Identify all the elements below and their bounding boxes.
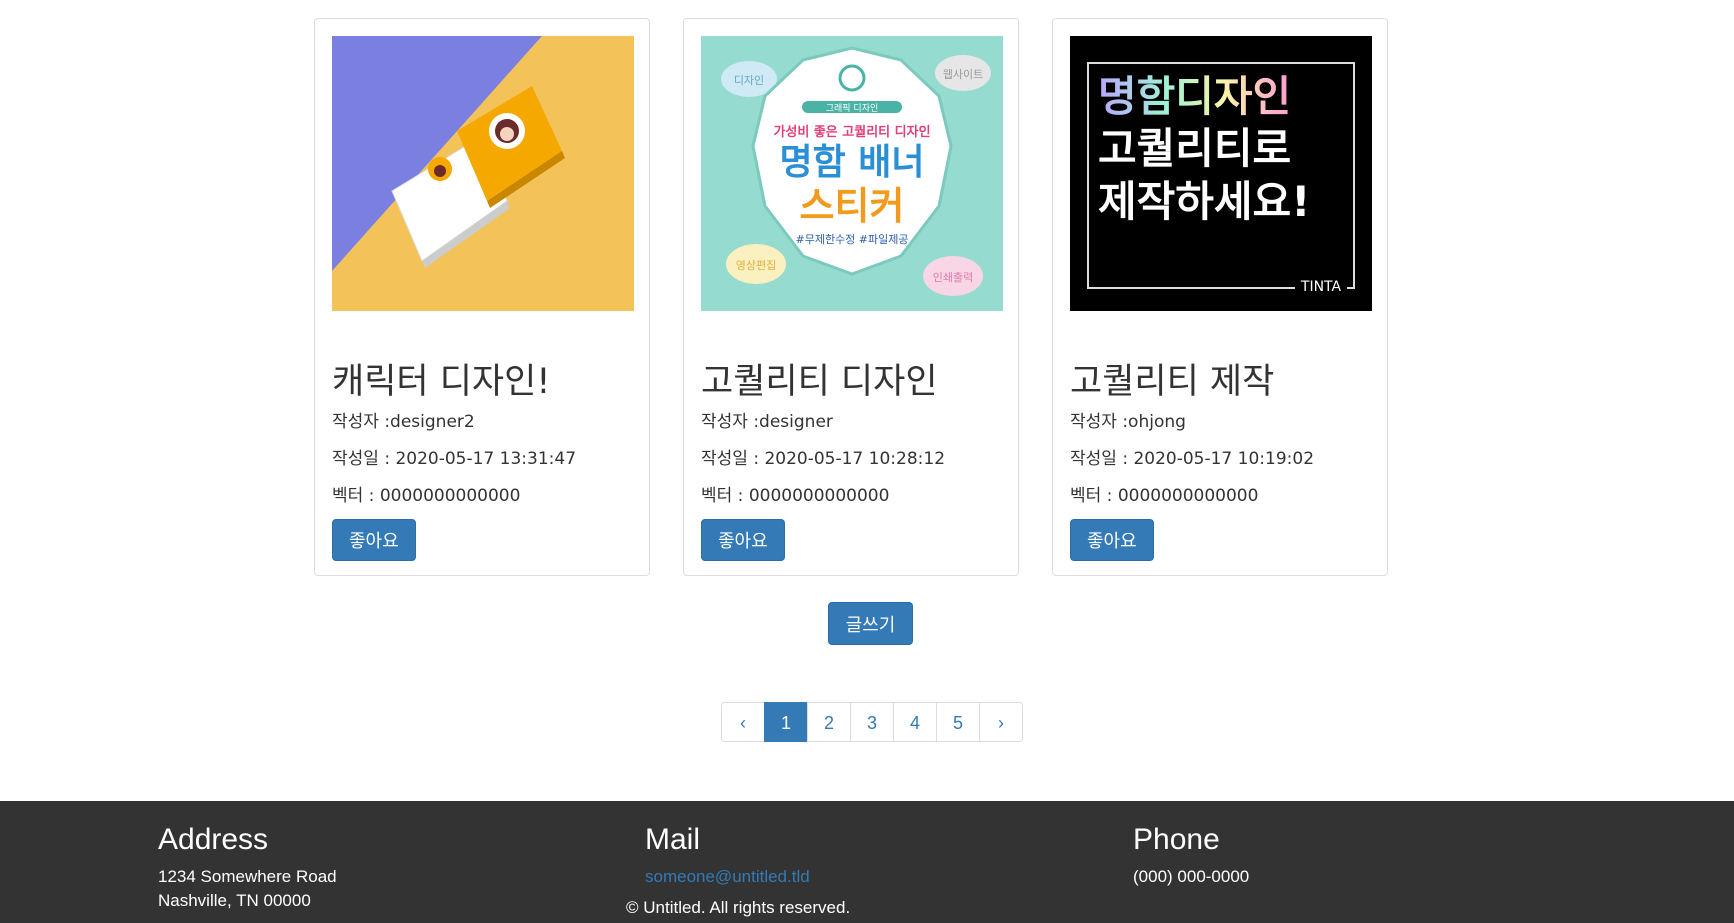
cloud-label: 디자인 [734, 74, 764, 87]
post-thumbnail[interactable]: 디자인 웹사이트 영상편집 인쇄출력 그래픽 디자인 가성비 좋은 고퀄리티 디… [701, 36, 1003, 311]
post-author: 작성자 :ohjong [1070, 412, 1186, 432]
pagination-prev[interactable]: ‹ [721, 702, 765, 742]
image-text: 명함 배너 [779, 142, 924, 183]
like-button[interactable]: 좋아요 [332, 519, 416, 561]
mail-link[interactable]: someone@untitled.tld [645, 867, 810, 886]
cloud-label: 인쇄출력 [933, 271, 973, 284]
image-text: 고퀄리티로 [1098, 124, 1291, 173]
address-heading: Address [158, 823, 269, 856]
post-title[interactable]: 캐릭터 디자인! [332, 353, 550, 404]
post-card: 캐릭터 디자인! 작성자 :designer2 작성일 : 2020-05-17… [314, 18, 650, 576]
image-text: 명함디자인 [1098, 72, 1291, 121]
pagination-page[interactable]: 4 [893, 702, 937, 742]
post-author: 작성자 :designer2 [332, 412, 475, 432]
phone-number: (000) 000-0000 [1133, 867, 1250, 886]
post-card: 디자인 웹사이트 영상편집 인쇄출력 그래픽 디자인 가성비 좋은 고퀄리티 디… [683, 18, 1019, 576]
post-title[interactable]: 고퀄리티 제작 [1070, 353, 1274, 404]
pagination: ‹ 1 2 3 4 5 › [721, 702, 1023, 742]
footer-mail: Mail someone@untitled.tld [645, 823, 810, 887]
post-thumbnail[interactable]: 명함디자인 고퀄리티로 제작하세요! TINTA [1070, 36, 1372, 311]
post-author: 작성자 :designer [701, 412, 833, 432]
cloud-label: 웹사이트 [943, 68, 983, 81]
write-post-button[interactable]: 글쓰기 [828, 602, 913, 645]
image-brand: 그래픽 디자인 [826, 103, 879, 114]
post-vector: 벡터 : 0000000000000 [1070, 486, 1259, 506]
post-date: 작성일 : 2020-05-17 10:28:12 [701, 449, 946, 469]
image-signature: TINTA [1300, 279, 1342, 295]
post-vector: 벡터 : 0000000000000 [332, 486, 521, 506]
footer-address: Address 1234 Somewhere Road Nashville, T… [158, 823, 337, 911]
site-footer: Address 1234 Somewhere Road Nashville, T… [0, 801, 1734, 923]
post-card: 명함디자인 고퀄리티로 제작하세요! TINTA 고퀄리티 제작 작성자 :oh… [1052, 18, 1388, 576]
pagination-next[interactable]: › [979, 702, 1023, 742]
cloud-label: 영상편집 [736, 259, 776, 272]
footer-phone: Phone (000) 000-0000 [1133, 823, 1249, 887]
post-date: 작성일 : 2020-05-17 13:31:47 [332, 449, 577, 469]
pagination-page[interactable]: 2 [807, 702, 851, 742]
card-list: 캐릭터 디자인! 작성자 :designer2 작성일 : 2020-05-17… [314, 18, 1389, 578]
copyright-text: © Untitled. All rights reserved. [626, 898, 851, 917]
pagination-page[interactable]: 1 [764, 702, 808, 742]
image-text: 제작하세요! [1098, 177, 1310, 226]
phone-heading: Phone [1133, 823, 1220, 856]
image-text: 스티커 [800, 184, 905, 228]
image-text: 가성비 좋은 고퀄리티 디자인 [773, 124, 930, 140]
post-title[interactable]: 고퀄리티 디자인 [701, 353, 938, 404]
post-thumbnail[interactable] [332, 36, 634, 311]
address-line: 1234 Somewhere Road [158, 867, 337, 886]
mail-heading: Mail [645, 823, 701, 856]
post-vector: 벡터 : 0000000000000 [701, 486, 890, 506]
address-line: Nashville, TN 00000 [158, 891, 311, 910]
like-button[interactable]: 좋아요 [1070, 519, 1154, 561]
pagination-page[interactable]: 5 [936, 702, 980, 742]
image-text: #무제한수정 #파일제공 [795, 232, 908, 246]
like-button[interactable]: 좋아요 [701, 519, 785, 561]
pagination-page[interactable]: 3 [850, 702, 894, 742]
post-date: 작성일 : 2020-05-17 10:19:02 [1070, 449, 1315, 469]
